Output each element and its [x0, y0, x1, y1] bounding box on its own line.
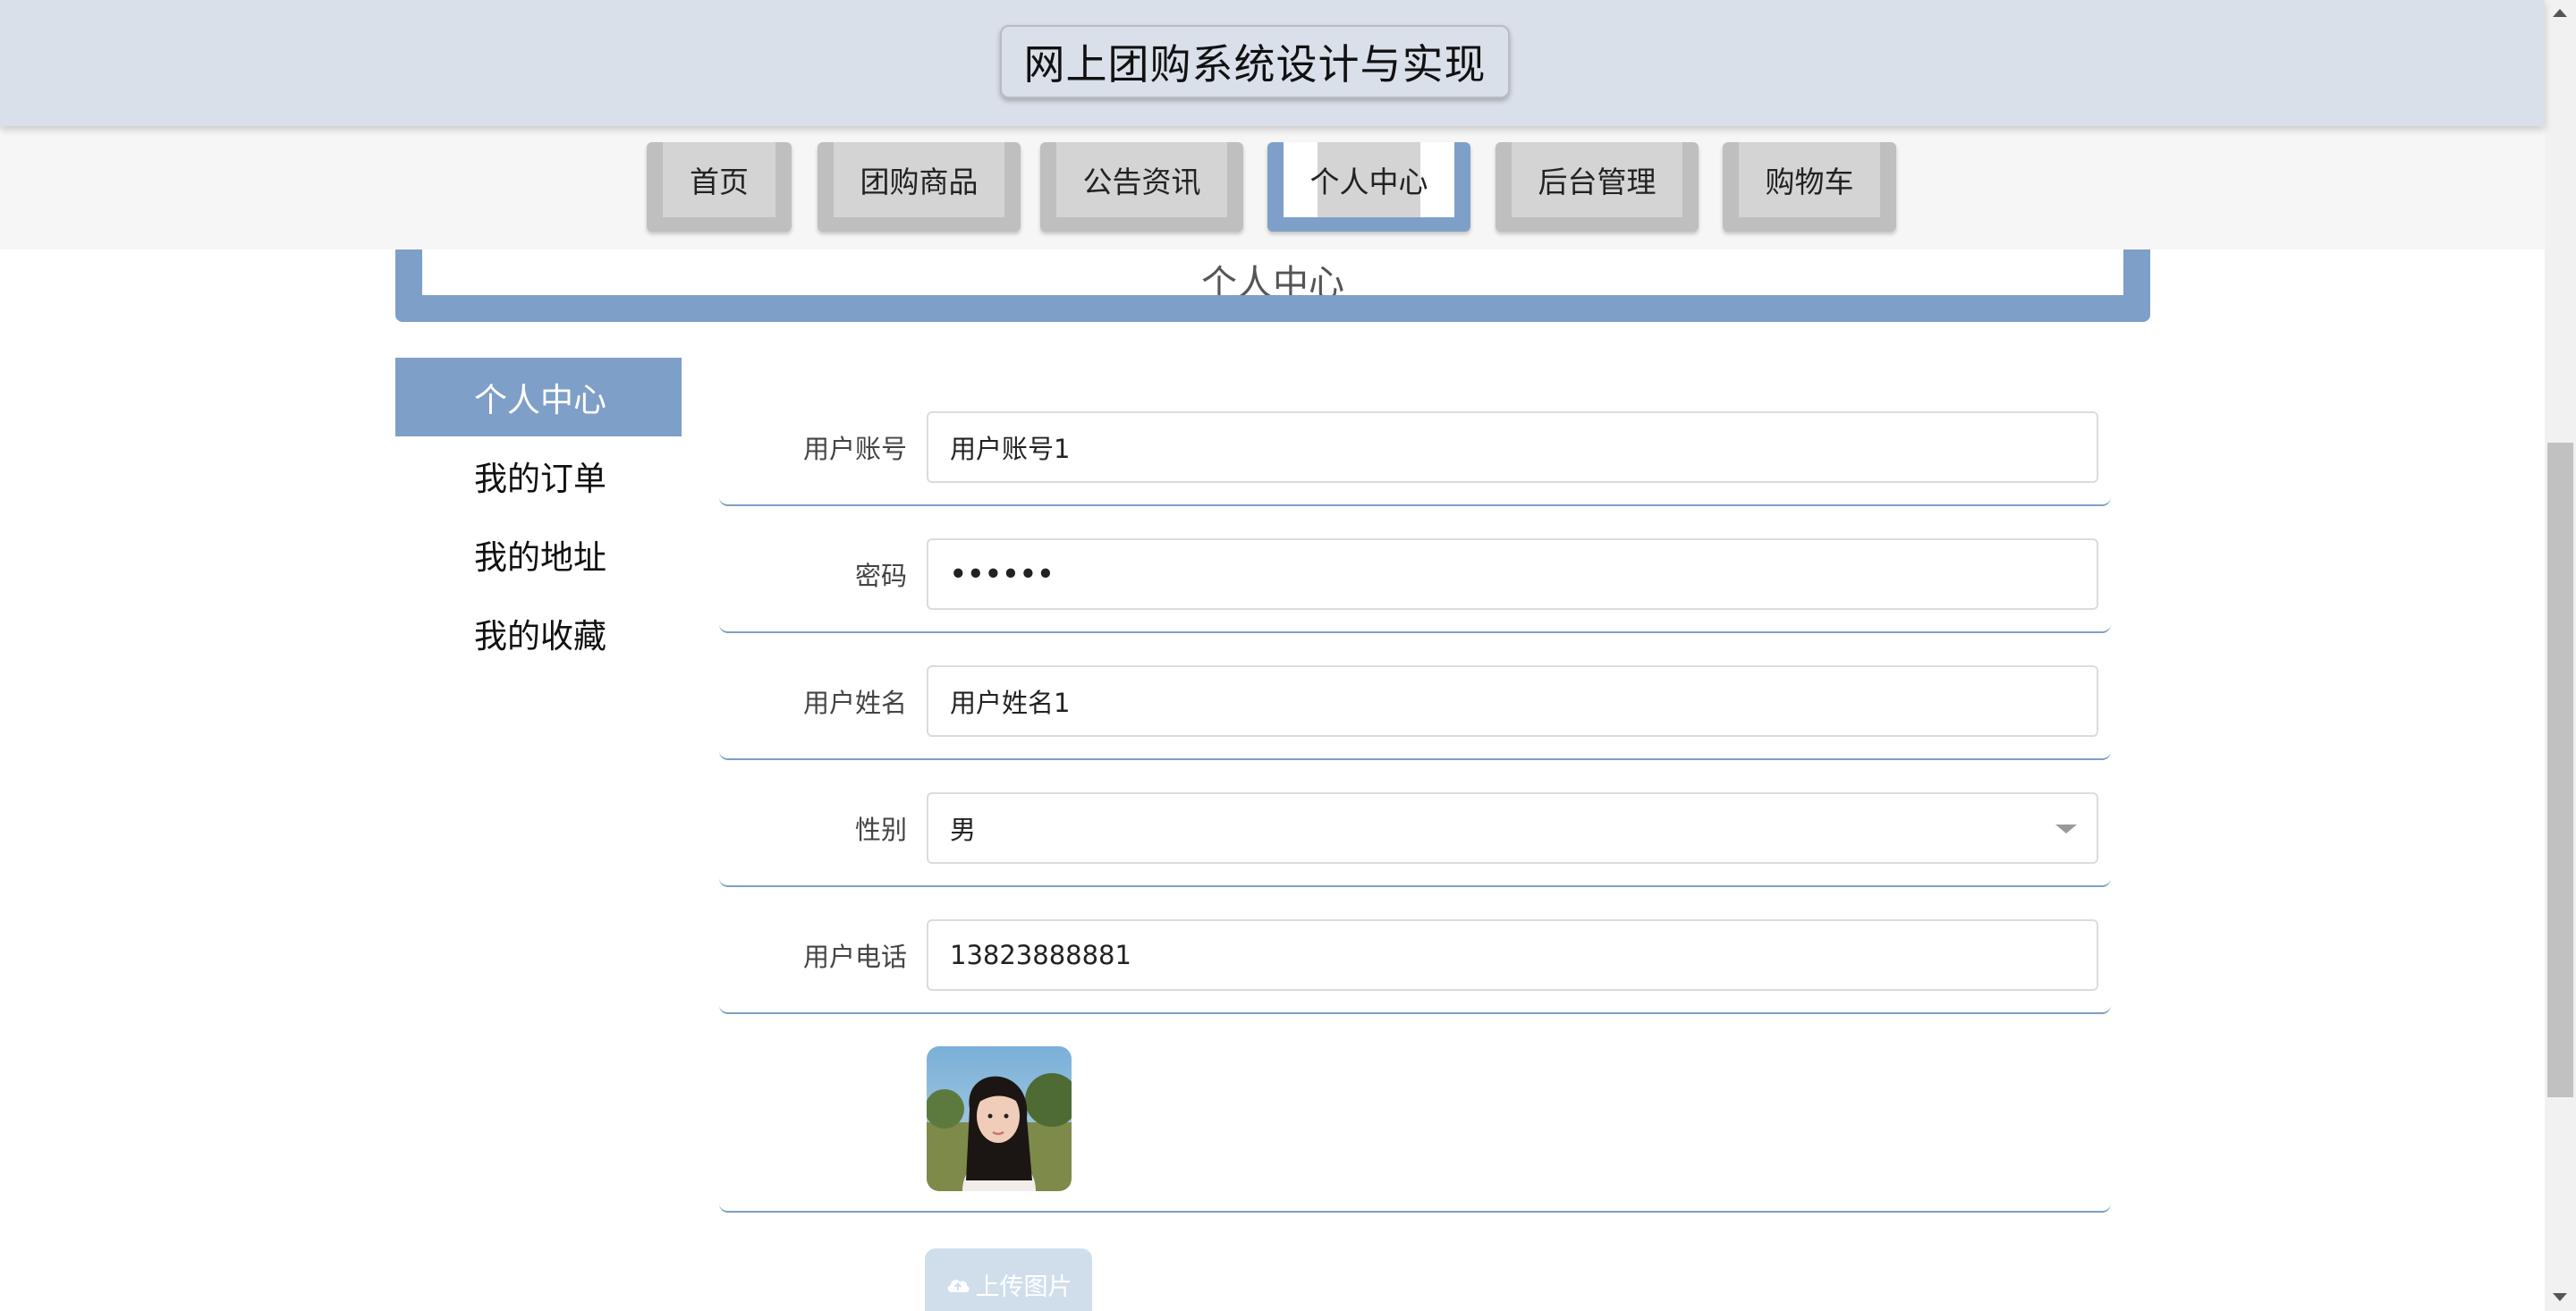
name-input[interactable]: 用户姓名1 — [927, 665, 2098, 737]
page-title: 个人中心 — [1201, 263, 1344, 295]
nav-item-label: 团购商品 — [834, 142, 1004, 217]
password-input[interactable]: •••••• — [927, 538, 2098, 610]
nav-item-admin[interactable]: 后台管理 — [1496, 142, 1699, 232]
account-input[interactable]: 用户账号1 — [927, 411, 2098, 483]
main-nav: 首页 团购商品 公告资讯 个人中心 后台管理 购物车 — [0, 126, 2545, 250]
gender-select-value: 男 — [950, 815, 977, 845]
form-row-gender: 性别 男 — [719, 760, 2111, 887]
nav-item-label: 后台管理 — [1512, 142, 1682, 217]
side-item-address[interactable]: 我的地址 — [395, 515, 682, 594]
scroll-down-arrow-icon[interactable] — [2553, 1293, 2567, 1301]
nav-item-products[interactable]: 团购商品 — [818, 142, 1021, 232]
nav-item-label: 首页 — [663, 142, 775, 217]
nav-item-cart[interactable]: 购物车 — [1723, 142, 1896, 232]
cloud-upload-icon — [947, 1280, 970, 1292]
side-item-orders[interactable]: 我的订单 — [395, 436, 682, 515]
form-row-name: 用户姓名 用户姓名1 — [719, 633, 2111, 760]
site-header: 网上团购系统设计与实现 — [0, 0, 2545, 126]
scrollbar-thumb[interactable] — [2547, 443, 2573, 1097]
nav-item-label: 公告资讯 — [1056, 142, 1227, 217]
scroll-up-arrow-icon[interactable] — [2553, 9, 2567, 17]
gender-select[interactable]: 男 — [927, 792, 2098, 864]
password-label: 密码 — [854, 561, 907, 591]
nav-item-home[interactable]: 首页 — [647, 142, 792, 232]
side-item-favorites[interactable]: 我的收藏 — [395, 594, 682, 672]
side-menu: 个人中心 我的订单 我的地址 我的收藏 — [395, 358, 682, 672]
nav-item-label: 个人中心 — [1284, 142, 1454, 217]
avatar — [927, 1046, 1072, 1191]
nav-item-news[interactable]: 公告资讯 — [1040, 142, 1243, 232]
phone-label: 用户电话 — [802, 942, 907, 972]
account-label: 用户账号 — [802, 434, 907, 464]
phone-input[interactable]: 13823888881 — [927, 919, 2098, 991]
avatar-image — [927, 1046, 1072, 1191]
form-row-avatar — [719, 1014, 2111, 1213]
upload-image-button[interactable]: 上传图片 — [925, 1248, 1092, 1311]
upload-image-label: 上传图片 — [975, 1273, 1072, 1301]
form-row-account: 用户账号 用户账号1 — [719, 379, 2111, 506]
chevron-down-icon — [2055, 825, 2077, 833]
name-label: 用户姓名 — [802, 688, 907, 718]
gender-label: 性别 — [854, 815, 907, 845]
form-row-password: 密码 •••••• — [719, 506, 2111, 633]
site-title: 网上团购系统设计与实现 — [1000, 25, 1510, 98]
form-row-phone: 用户电话 13823888881 — [719, 887, 2111, 1014]
nav-item-label: 购物车 — [1739, 142, 1880, 217]
side-item-profile[interactable]: 个人中心 — [395, 358, 682, 436]
nav-item-profile[interactable]: 个人中心 — [1267, 142, 1470, 232]
